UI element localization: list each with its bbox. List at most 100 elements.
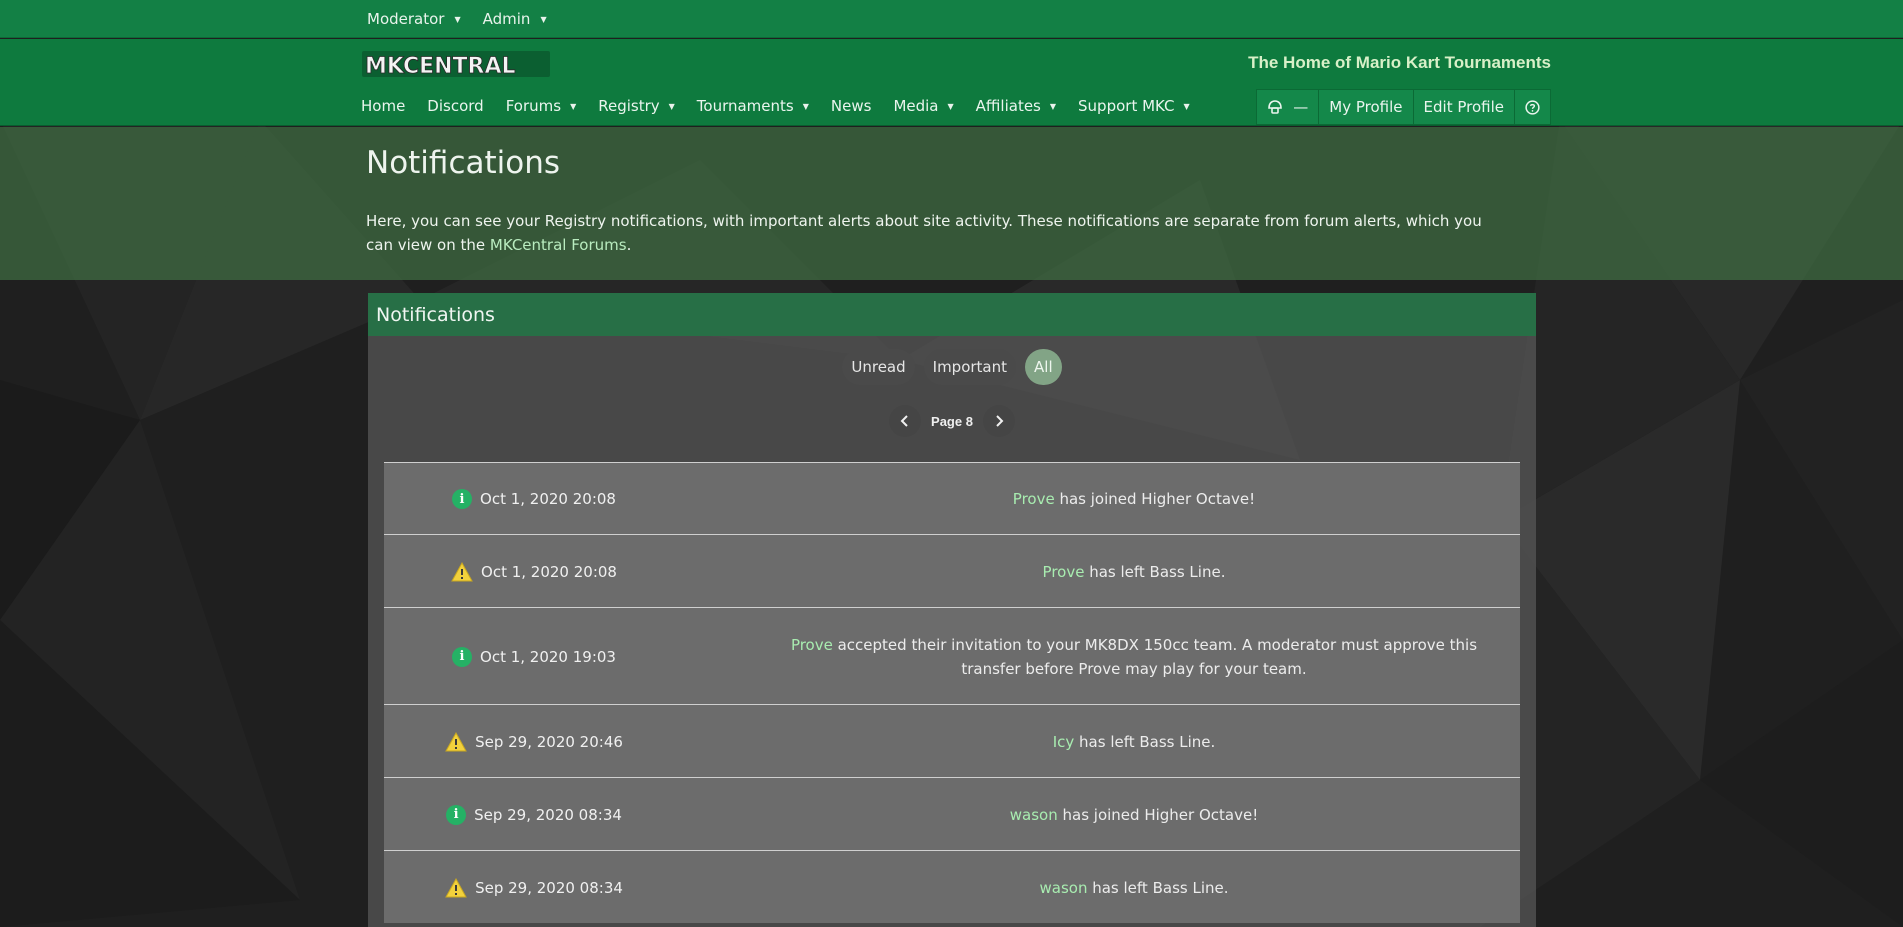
- user-link[interactable]: Prove: [1043, 563, 1085, 581]
- filter-all[interactable]: All: [1025, 349, 1062, 385]
- admin-menu-label: Admin: [482, 10, 531, 28]
- moderator-menu-label: Moderator: [367, 10, 445, 28]
- caret-down-icon: ▼: [570, 101, 577, 111]
- notification-time: Oct 1, 2020 20:08: [481, 562, 617, 581]
- nav-media-label: Media: [893, 97, 939, 115]
- notification-time-cell: Sep 29, 2020 20:46: [384, 730, 684, 754]
- notification-message: Prove has left Bass Line.: [764, 560, 1504, 584]
- admin-menu[interactable]: Admin ▼: [483, 10, 547, 28]
- caret-down-icon: ▼: [1183, 101, 1190, 111]
- notifications-panel: Notifications Unread Important All Page …: [368, 293, 1536, 927]
- notification-time-cell: i Oct 1, 2020 20:08: [384, 487, 684, 511]
- notification-count: —: [1293, 98, 1309, 116]
- nav-media[interactable]: Media ▼: [893, 97, 964, 115]
- nav-registry[interactable]: Registry ▼: [598, 97, 686, 115]
- user-link[interactable]: Icy: [1053, 733, 1075, 751]
- my-profile-link[interactable]: My Profile: [1319, 90, 1414, 124]
- notification-text: has joined Higher Octave!: [1057, 805, 1259, 824]
- prev-page-button[interactable]: [889, 405, 922, 437]
- nav-forums[interactable]: Forums ▼: [506, 97, 588, 115]
- notification-row: Sep 29, 2020 08:34 wason has left Bass Li…: [384, 850, 1520, 923]
- notification-text: has left Bass Line.: [1087, 878, 1229, 897]
- notification-time-cell: i Oct 1, 2020 19:03: [384, 645, 684, 669]
- warning-icon: [451, 561, 473, 581]
- nav-registry-label: Registry: [598, 97, 660, 115]
- notification-time-cell: Oct 1, 2020 20:08: [384, 560, 684, 584]
- filter-important[interactable]: Important: [923, 349, 1017, 385]
- nav-home-label: Home: [361, 97, 406, 115]
- notification-time-cell: Sep 29, 2020 08:34: [384, 876, 684, 900]
- user-link[interactable]: Prove: [791, 636, 833, 654]
- page-hero: Notifications Here, you can see your Reg…: [0, 127, 1903, 280]
- nav-tournaments-label: Tournaments: [696, 97, 794, 115]
- nav-support-mkc-label: Support MKC: [1078, 97, 1175, 115]
- notification-time: Oct 1, 2020 20:08: [480, 490, 616, 508]
- pagination: Page 8: [368, 405, 1536, 437]
- notification-time-cell: i Sep 29, 2020 08:34: [384, 803, 684, 827]
- notification-time: Sep 29, 2020 20:46: [475, 732, 623, 751]
- chevron-left-icon: [900, 415, 908, 427]
- nav-support-mkc[interactable]: Support MKC ▼: [1078, 97, 1201, 115]
- nav-affiliates-label: Affiliates: [975, 97, 1041, 115]
- info-icon: i: [452, 646, 473, 667]
- help-button[interactable]: [1515, 90, 1550, 124]
- caret-down-icon: ▼: [454, 14, 461, 24]
- notifications-toggle[interactable]: —: [1257, 90, 1320, 124]
- notification-message: Icy has left Bass Line.: [764, 730, 1504, 754]
- notification-text: has left Bass Line.: [1084, 562, 1226, 581]
- chevron-right-icon: [996, 415, 1004, 427]
- caret-down-icon: ▼: [1049, 101, 1057, 111]
- edit-profile-link[interactable]: Edit Profile: [1414, 90, 1515, 124]
- next-page-button[interactable]: [982, 405, 1015, 437]
- page-description: Here, you can see your Registry notifica…: [366, 209, 1486, 257]
- admin-topbar: Moderator ▼ Admin ▼: [0, 0, 1903, 38]
- nav-discord[interactable]: Discord: [427, 97, 494, 115]
- notification-row: Sep 29, 2020 20:46 Icy has left Bass Line…: [384, 704, 1520, 777]
- mkcentral-logo[interactable]: MKCENTRAL: [362, 49, 550, 79]
- page-title: Notifications: [366, 145, 561, 181]
- notification-time: Sep 29, 2020 08:34: [474, 805, 622, 824]
- forums-link[interactable]: MKCentral Forums: [490, 236, 627, 254]
- user-link[interactable]: wason: [1010, 806, 1058, 824]
- nav-home[interactable]: Home: [361, 97, 416, 115]
- notification-message: wason has left Bass Line.: [764, 876, 1504, 900]
- info-icon: i: [452, 489, 473, 509]
- nav-news-label: News: [830, 97, 872, 115]
- main-nav: Home Discord Forums ▼ Registry ▼ Tournamen…: [361, 97, 1212, 115]
- warning-icon: [445, 877, 467, 897]
- mushroom-icon: [1268, 100, 1283, 114]
- notification-time: Sep 29, 2020 08:34: [475, 878, 623, 897]
- notification-message: Prove accepted their invitation to your …: [764, 633, 1504, 681]
- nav-news[interactable]: News: [831, 97, 883, 115]
- notification-row: i Oct 1, 2020 20:08 Prove has joined Highe…: [384, 462, 1520, 534]
- notification-message: wason has joined Higher Octave!: [764, 803, 1504, 827]
- description-end: .: [626, 236, 632, 254]
- filter-unread[interactable]: Unread: [842, 349, 915, 385]
- nav-forums-label: Forums: [505, 97, 562, 115]
- notification-row: i Sep 29, 2020 08:34 wason has joined High…: [384, 777, 1520, 850]
- notification-message: Prove has joined Higher Octave!: [764, 487, 1504, 511]
- moderator-menu[interactable]: Moderator ▼: [367, 10, 461, 28]
- caret-down-icon: ▼: [802, 101, 809, 111]
- user-link[interactable]: Prove: [1013, 490, 1055, 508]
- caret-down-icon: ▼: [947, 101, 954, 111]
- nav-affiliates[interactable]: Affiliates ▼: [976, 97, 1067, 115]
- site-tagline: The Home of Mario Kart Tournaments: [1248, 53, 1551, 72]
- nav-tournaments[interactable]: Tournaments ▼: [697, 97, 820, 115]
- question-circle-icon: [1525, 99, 1540, 115]
- nav-discord-label: Discord: [427, 97, 484, 115]
- warning-icon: [445, 731, 467, 751]
- logo-text: MKCENTRAL: [365, 54, 516, 79]
- user-menu: — My Profile Edit Profile: [1256, 89, 1551, 125]
- caret-down-icon: ▼: [668, 101, 675, 111]
- user-link[interactable]: wason: [1040, 879, 1088, 897]
- info-icon: i: [446, 804, 467, 825]
- page-indicator: Page 8: [931, 413, 973, 429]
- notification-text: has left Bass Line.: [1074, 732, 1216, 751]
- notification-time: Oct 1, 2020 19:03: [480, 647, 616, 666]
- panel-title: Notifications: [368, 293, 1536, 336]
- notification-row: i Oct 1, 2020 19:03 Prove accepted their i…: [384, 607, 1520, 704]
- notification-text: has joined Higher Octave!: [1054, 490, 1256, 508]
- notification-text: accepted their invitation to your MK8DX …: [832, 635, 1478, 678]
- notification-row: Oct 1, 2020 20:08 Prove has left Bass Lin…: [384, 534, 1520, 607]
